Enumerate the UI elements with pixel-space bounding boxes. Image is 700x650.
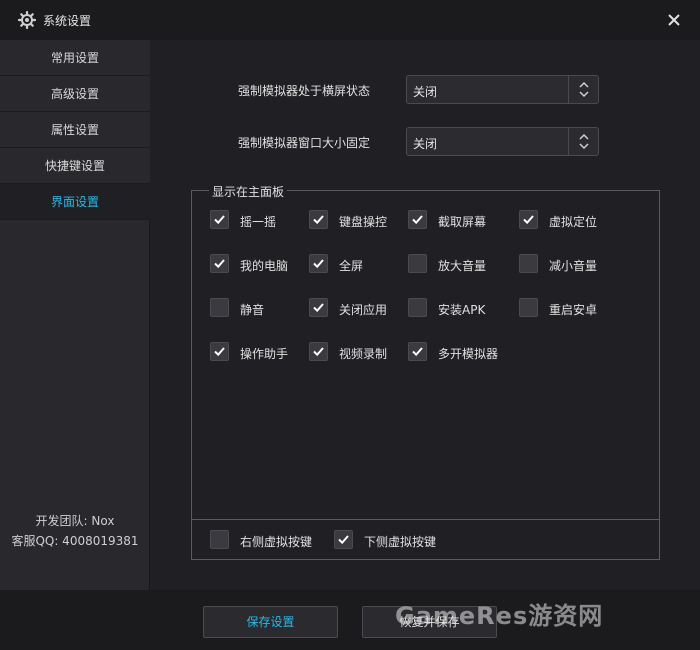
save-button[interactable]: 保存设置 [203,606,338,638]
gear-icon [18,11,36,29]
sidebar: 常用设置 高级设置 属性设置 快捷键设置 界面设置 开发团队: Nox 客服QQ… [0,40,150,590]
checkbox[interactable] [210,210,229,229]
checkbox-label: 下侧虚拟按键 [364,535,437,549]
checkbox[interactable] [309,298,328,317]
title-bar: 系统设置 [0,0,700,40]
checkbox-label: 多开模拟器 [438,347,499,361]
sidebar-item-interface[interactable]: 界面设置 [0,184,150,220]
window-size-select[interactable]: 关闭 [406,127,599,156]
checkbox-label: 键盘操控 [339,215,388,229]
checkbox-label: 右侧虚拟按键 [240,535,313,549]
checkbox[interactable] [309,210,328,229]
team-info: 开发团队: Nox [35,514,115,528]
landscape-select-value: 关闭 [413,85,438,99]
checkbox[interactable] [210,254,229,273]
checkbox-label: 截取屏幕 [438,215,487,229]
landscape-setting-label: 强制模拟器处于横屏状态 [238,84,371,98]
window-size-setting-label: 强制模拟器窗口大小固定 [238,136,371,150]
checkbox[interactable] [210,298,229,317]
checkbox[interactable] [309,254,328,273]
checkbox-label: 关闭应用 [339,303,388,317]
sidebar-item-common[interactable]: 常用设置 [0,40,150,76]
checkbox[interactable] [519,210,538,229]
checkbox[interactable] [408,298,427,317]
groupbox-divider [191,519,660,520]
checkbox-label: 全屏 [339,259,364,273]
landscape-select[interactable]: 关闭 [406,75,599,104]
checkbox-label: 摇一摇 [240,215,277,229]
checkbox[interactable] [210,530,229,549]
sidebar-item-properties[interactable]: 属性设置 [0,112,150,148]
checkbox-label: 虚拟定位 [549,215,598,229]
checkbox[interactable] [519,254,538,273]
updown-arrow-icon [568,76,598,103]
checkbox[interactable] [408,210,427,229]
checkbox[interactable] [519,298,538,317]
window-title: 系统设置 [43,14,92,28]
window-size-select-value: 关闭 [413,137,438,151]
checkbox-label: 视频录制 [339,347,388,361]
checkbox-label: 静音 [240,303,265,317]
checkbox-label: 减小音量 [549,259,598,273]
close-icon[interactable] [664,10,684,30]
checkbox[interactable] [408,342,427,361]
checkbox[interactable] [210,342,229,361]
checkbox-label: 我的电脑 [240,259,289,273]
groupbox-legend: 显示在主面板 [209,183,288,200]
sidebar-item-shortcuts[interactable]: 快捷键设置 [0,148,150,184]
checkbox-label: 重启安卓 [549,303,598,317]
checkbox-label: 放大音量 [438,259,487,273]
checkbox[interactable] [309,342,328,361]
checkbox[interactable] [334,530,353,549]
sidebar-item-advanced[interactable]: 高级设置 [0,76,150,112]
checkbox-label: 操作助手 [240,347,289,361]
main-panel-groupbox [191,190,660,560]
updown-arrow-icon [568,128,598,155]
checkbox-label: 安装APK [438,303,486,317]
checkbox[interactable] [408,254,427,273]
watermark: GameRes游资网 [395,602,604,630]
support-info: 客服QQ: 4008019381 [11,534,139,548]
